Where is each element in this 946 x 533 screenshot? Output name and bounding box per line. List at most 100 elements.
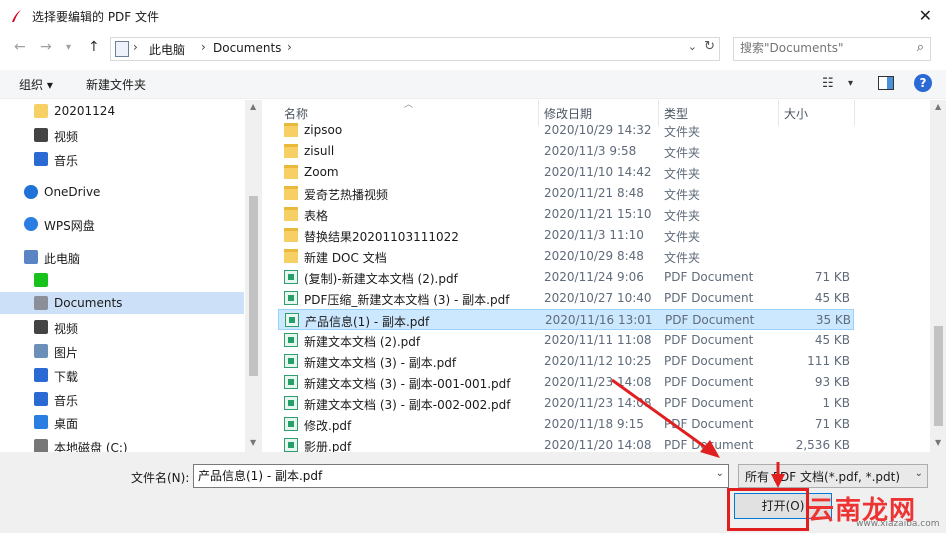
file-row[interactable]: 新建 DOC 文档 2020/10/29 8:48 文件夹	[278, 246, 854, 267]
file-type-filter[interactable]: 所有 PDF 文档(*.pdf, *.pdt) ⌄	[738, 464, 928, 488]
file-row[interactable]: Zoom 2020/11/10 14:42 文件夹	[278, 162, 854, 183]
scroll-up-icon[interactable]: ▲	[935, 102, 941, 111]
organize-menu[interactable]: 组织 ▾	[19, 76, 53, 93]
file-name: 新建 DOC 文档	[304, 251, 387, 265]
column-divider[interactable]	[854, 100, 855, 126]
file-size: 71 KB	[814, 270, 850, 284]
file-name: 替换结果20201103111022	[304, 230, 459, 244]
sidebar-item[interactable]: OneDrive	[0, 181, 244, 203]
sidebar-item[interactable]: 视频	[0, 316, 244, 338]
sidebar-item[interactable]	[0, 269, 244, 291]
pdf-file-icon	[284, 396, 298, 410]
iqiyi-icon	[34, 273, 48, 287]
search-input[interactable]	[740, 41, 900, 55]
file-row[interactable]: 替换结果20201103111022 2020/11/3 11:10 文件夹	[278, 225, 854, 246]
chevron-down-icon[interactable]: ⌄	[716, 468, 724, 479]
chevron-down-icon[interactable]: ⌄	[915, 468, 923, 479]
sidebar-item[interactable]: Documents	[0, 292, 244, 314]
navigation-pane: ▲ ▼ 20201124 视频 音乐 OneDrive WPS网盘 此电脑 Document…	[0, 100, 262, 452]
file-date: 2020/11/21 8:48	[544, 186, 644, 200]
breadcrumb-documents[interactable]: Documents	[213, 41, 281, 55]
view-options-icon[interactable]: ☷	[822, 76, 834, 91]
pdf-file-icon	[284, 375, 298, 389]
sidebar-item-label: 此电脑	[44, 252, 81, 266]
scroll-down-icon[interactable]: ▼	[250, 438, 256, 447]
address-bar[interactable]: › 此电脑 › Documents › ⌄ ↻	[110, 37, 720, 61]
documents-icon	[34, 296, 48, 310]
refresh-icon[interactable]: ↻	[704, 39, 715, 54]
sidebar-item[interactable]: 20201124	[0, 100, 244, 122]
sidebar-item-label: 视频	[54, 130, 79, 144]
file-type: PDF Document	[664, 417, 754, 431]
file-row[interactable]: 影册.pdf 2020/11/20 14:08 PDF Document 2,536 …	[278, 435, 854, 452]
file-row[interactable]: 产品信息(1) - 副本.pdf 2020/11/16 13:01 PDF Docu…	[278, 309, 854, 330]
annotation-highlight-box	[727, 488, 809, 531]
folder-icon	[284, 165, 298, 179]
pdf-file-icon	[284, 333, 298, 347]
filename-input[interactable]	[198, 468, 698, 482]
sidebar-item[interactable]: 下载	[0, 364, 244, 386]
file-type: 文件夹	[664, 167, 701, 181]
forward-arrow-icon[interactable]: →	[40, 39, 52, 55]
file-type: PDF Document	[664, 270, 754, 284]
search-icon[interactable]: ⌕	[917, 40, 924, 55]
video-icon	[34, 320, 48, 334]
toolbar: 组织 ▾ 新建文件夹 ☷ ▾ ?	[0, 70, 946, 99]
file-type: 文件夹	[664, 146, 701, 160]
file-row[interactable]: 表格 2020/11/21 15:10 文件夹	[278, 204, 854, 225]
filename-combobox[interactable]: ⌄	[193, 464, 729, 488]
sidebar-item[interactable]: 此电脑	[0, 246, 244, 268]
sidebar-item-label: 桌面	[54, 417, 79, 431]
file-row[interactable]: (复制)-新建文本文档 (2).pdf 2020/11/24 9:06 PDF Do…	[278, 267, 854, 288]
chevron-down-icon[interactable]: ⌄	[688, 40, 697, 53]
help-icon[interactable]: ?	[914, 74, 932, 92]
recent-locations-icon[interactable]: ▾	[66, 42, 71, 53]
file-date: 2020/11/23 14:08	[544, 396, 652, 410]
scroll-down-icon[interactable]: ▼	[935, 438, 941, 447]
file-name: 表格	[304, 209, 329, 223]
file-list-scroll-thumb[interactable]	[934, 326, 943, 426]
scroll-up-icon[interactable]: ▲	[250, 102, 256, 111]
file-date: 2020/10/29 14:32	[544, 123, 652, 137]
file-date: 2020/10/29 8:48	[544, 249, 644, 263]
file-list-scrollbar[interactable]: ▲ ▼	[930, 100, 946, 452]
sidebar-item[interactable]: 本地磁盘 (C:)	[0, 435, 244, 452]
sidebar-item[interactable]: 视频	[0, 124, 244, 146]
sidebar-item[interactable]: 图片	[0, 340, 244, 362]
file-name: 修改.pdf	[304, 419, 352, 433]
sidebar-item[interactable]: 音乐	[0, 148, 244, 170]
file-row[interactable]: 新建文本文档 (3) - 副本.pdf 2020/11/12 10:25 PDF D…	[278, 351, 854, 372]
file-row[interactable]: 新建文本文档 (3) - 副本-002-002.pdf 2020/11/23 14…	[278, 393, 854, 414]
chevron-right-icon[interactable]: ›	[287, 40, 292, 54]
new-folder-button[interactable]: 新建文件夹	[86, 76, 146, 93]
back-arrow-icon[interactable]: ←	[14, 39, 26, 55]
chevron-down-icon[interactable]: ▾	[848, 78, 853, 89]
breadcrumb-this-pc[interactable]: 此电脑	[149, 41, 185, 58]
chevron-right-icon[interactable]: ›	[201, 40, 206, 54]
folder-icon	[284, 144, 298, 158]
file-name: (复制)-新建文本文档 (2).pdf	[304, 272, 458, 286]
file-row[interactable]: zisull 2020/11/3 9:58 文件夹	[278, 141, 854, 162]
file-name: PDF压缩_新建文本文档 (3) - 副本.pdf	[304, 293, 510, 307]
file-row[interactable]: zipsoo 2020/10/29 14:32 文件夹	[278, 120, 854, 141]
file-row[interactable]: 新建文本文档 (3) - 副本-001-001.pdf 2020/11/23 14…	[278, 372, 854, 393]
up-arrow-icon[interactable]: ↑	[88, 39, 100, 55]
preview-pane-icon[interactable]	[878, 76, 894, 90]
download-icon	[34, 368, 48, 382]
file-name: zisull	[304, 144, 335, 158]
sidebar-item-label: 本地磁盘 (C:)	[54, 441, 128, 452]
file-row[interactable]: 新建文本文档 (2).pdf 2020/11/11 11:08 PDF Docume…	[278, 330, 854, 351]
file-row[interactable]: PDF压缩_新建文本文档 (3) - 副本.pdf 2020/10/27 10:4…	[278, 288, 854, 309]
sidebar-scrollbar[interactable]: ▲ ▼	[245, 100, 262, 452]
close-icon[interactable]: ✕	[919, 6, 932, 25]
picture-icon	[34, 344, 48, 358]
file-row[interactable]: 修改.pdf 2020/11/18 9:15 PDF Document 71 KB	[278, 414, 854, 435]
sidebar-item-label: 图片	[54, 346, 79, 360]
sidebar-item[interactable]: WPS网盘	[0, 213, 244, 235]
sidebar-scroll-thumb[interactable]	[249, 196, 258, 376]
search-box[interactable]: ⌕	[733, 37, 931, 61]
chevron-right-icon[interactable]: ›	[133, 40, 138, 54]
sidebar-item[interactable]: 音乐	[0, 388, 244, 410]
file-row[interactable]: 爱奇艺热播视频 2020/11/21 8:48 文件夹	[278, 183, 854, 204]
sidebar-item[interactable]: 桌面	[0, 411, 244, 433]
